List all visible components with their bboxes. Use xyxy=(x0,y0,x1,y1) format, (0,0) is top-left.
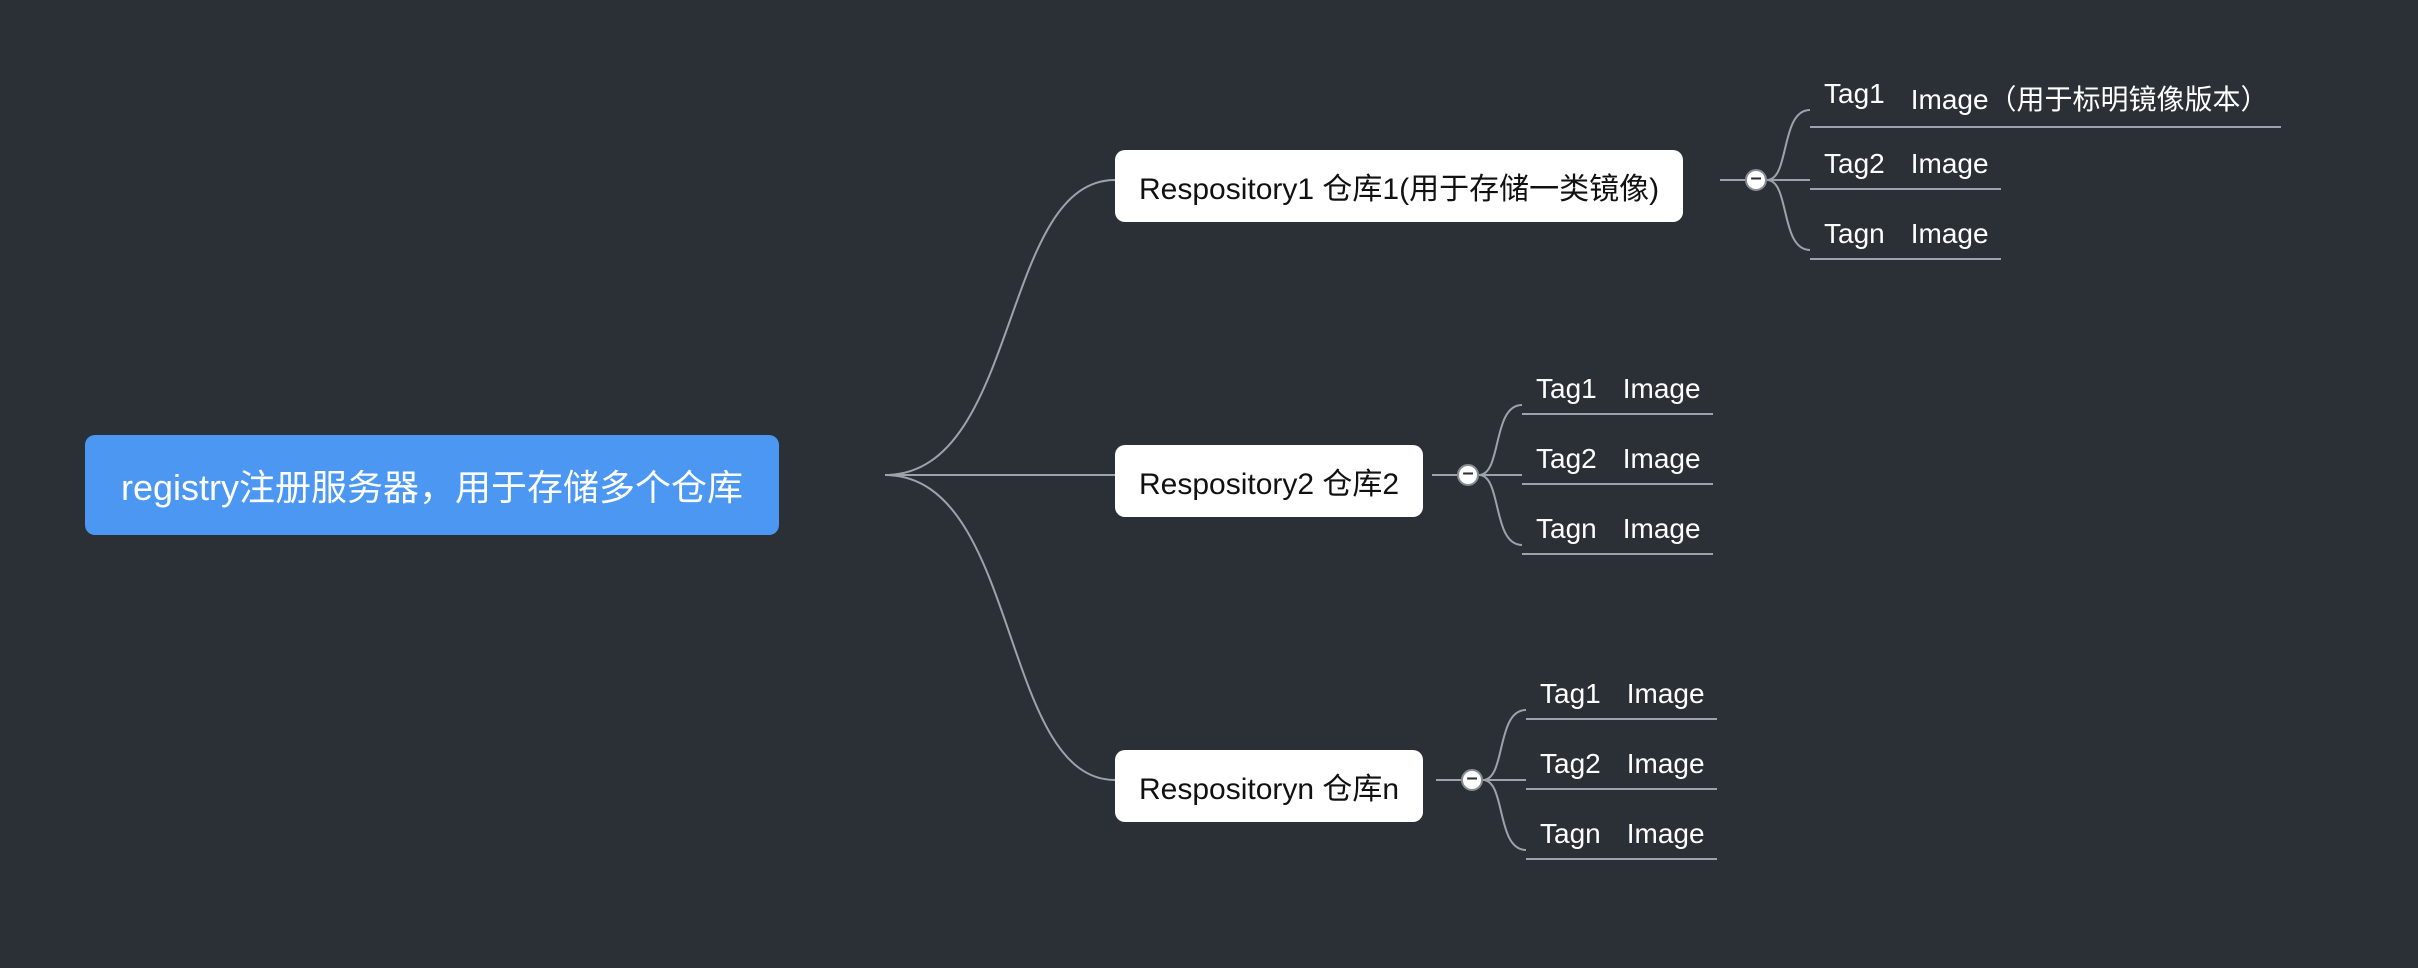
tag-name: Tagn xyxy=(1824,218,1885,250)
tag-name: Tagn xyxy=(1540,818,1601,850)
tag-leaf[interactable]: Tag1 Image xyxy=(1522,373,1713,415)
tag-leaf[interactable]: Tagn Image xyxy=(1526,818,1717,860)
tag-image: Image xyxy=(1627,748,1705,780)
tag-leaf[interactable]: Tagn Image xyxy=(1522,513,1713,555)
collapse-toggle-repo1[interactable]: – xyxy=(1745,169,1767,191)
repository-node-n[interactable]: Respositoryn 仓库n xyxy=(1115,750,1423,822)
tag-leaf[interactable]: Tag1 Image（用于标明镜像版本） xyxy=(1810,78,2281,128)
tag-leaf[interactable]: Tagn Image xyxy=(1810,218,2001,260)
collapse-toggle-repo2[interactable]: – xyxy=(1457,464,1479,486)
tag-image: Image xyxy=(1911,218,1989,250)
tag-name: Tag2 xyxy=(1824,148,1885,180)
mindmap-canvas: registry注册服务器，用于存储多个仓库 Respository1 仓库1(… xyxy=(0,0,2418,968)
tag-name: Tag2 xyxy=(1540,748,1601,780)
root-label: registry注册服务器，用于存储多个仓库 xyxy=(121,459,743,511)
tag-name: Tag1 xyxy=(1536,373,1597,405)
tag-name: Tag1 xyxy=(1540,678,1601,710)
repository-label: Respository2 仓库2 xyxy=(1139,459,1399,503)
tag-image: Image xyxy=(1623,513,1701,545)
tag-leaf[interactable]: Tag1 Image xyxy=(1526,678,1717,720)
tag-name: Tagn xyxy=(1536,513,1597,545)
repository-label: Respository1 仓库1(用于存储一类镜像) xyxy=(1139,164,1659,208)
root-node[interactable]: registry注册服务器，用于存储多个仓库 xyxy=(85,435,779,535)
tag-leaf[interactable]: Tag2 Image xyxy=(1522,443,1713,485)
tag-image: Image xyxy=(1627,678,1705,710)
tag-leaf[interactable]: Tag2 Image xyxy=(1810,148,2001,190)
tag-leaf[interactable]: Tag2 Image xyxy=(1526,748,1717,790)
tag-image: Image xyxy=(1627,818,1705,850)
tag-image: Image（用于标明镜像版本） xyxy=(1911,78,2269,118)
repository-node-2[interactable]: Respository2 仓库2 xyxy=(1115,445,1423,517)
repository-label: Respositoryn 仓库n xyxy=(1139,764,1399,808)
collapse-toggle-repon[interactable]: – xyxy=(1461,769,1483,791)
tag-image: Image xyxy=(1623,373,1701,405)
tag-name: Tag1 xyxy=(1824,78,1885,118)
tag-name: Tag2 xyxy=(1536,443,1597,475)
repository-node-1[interactable]: Respository1 仓库1(用于存储一类镜像) xyxy=(1115,150,1683,222)
tag-image: Image xyxy=(1623,443,1701,475)
tag-image: Image xyxy=(1911,148,1989,180)
